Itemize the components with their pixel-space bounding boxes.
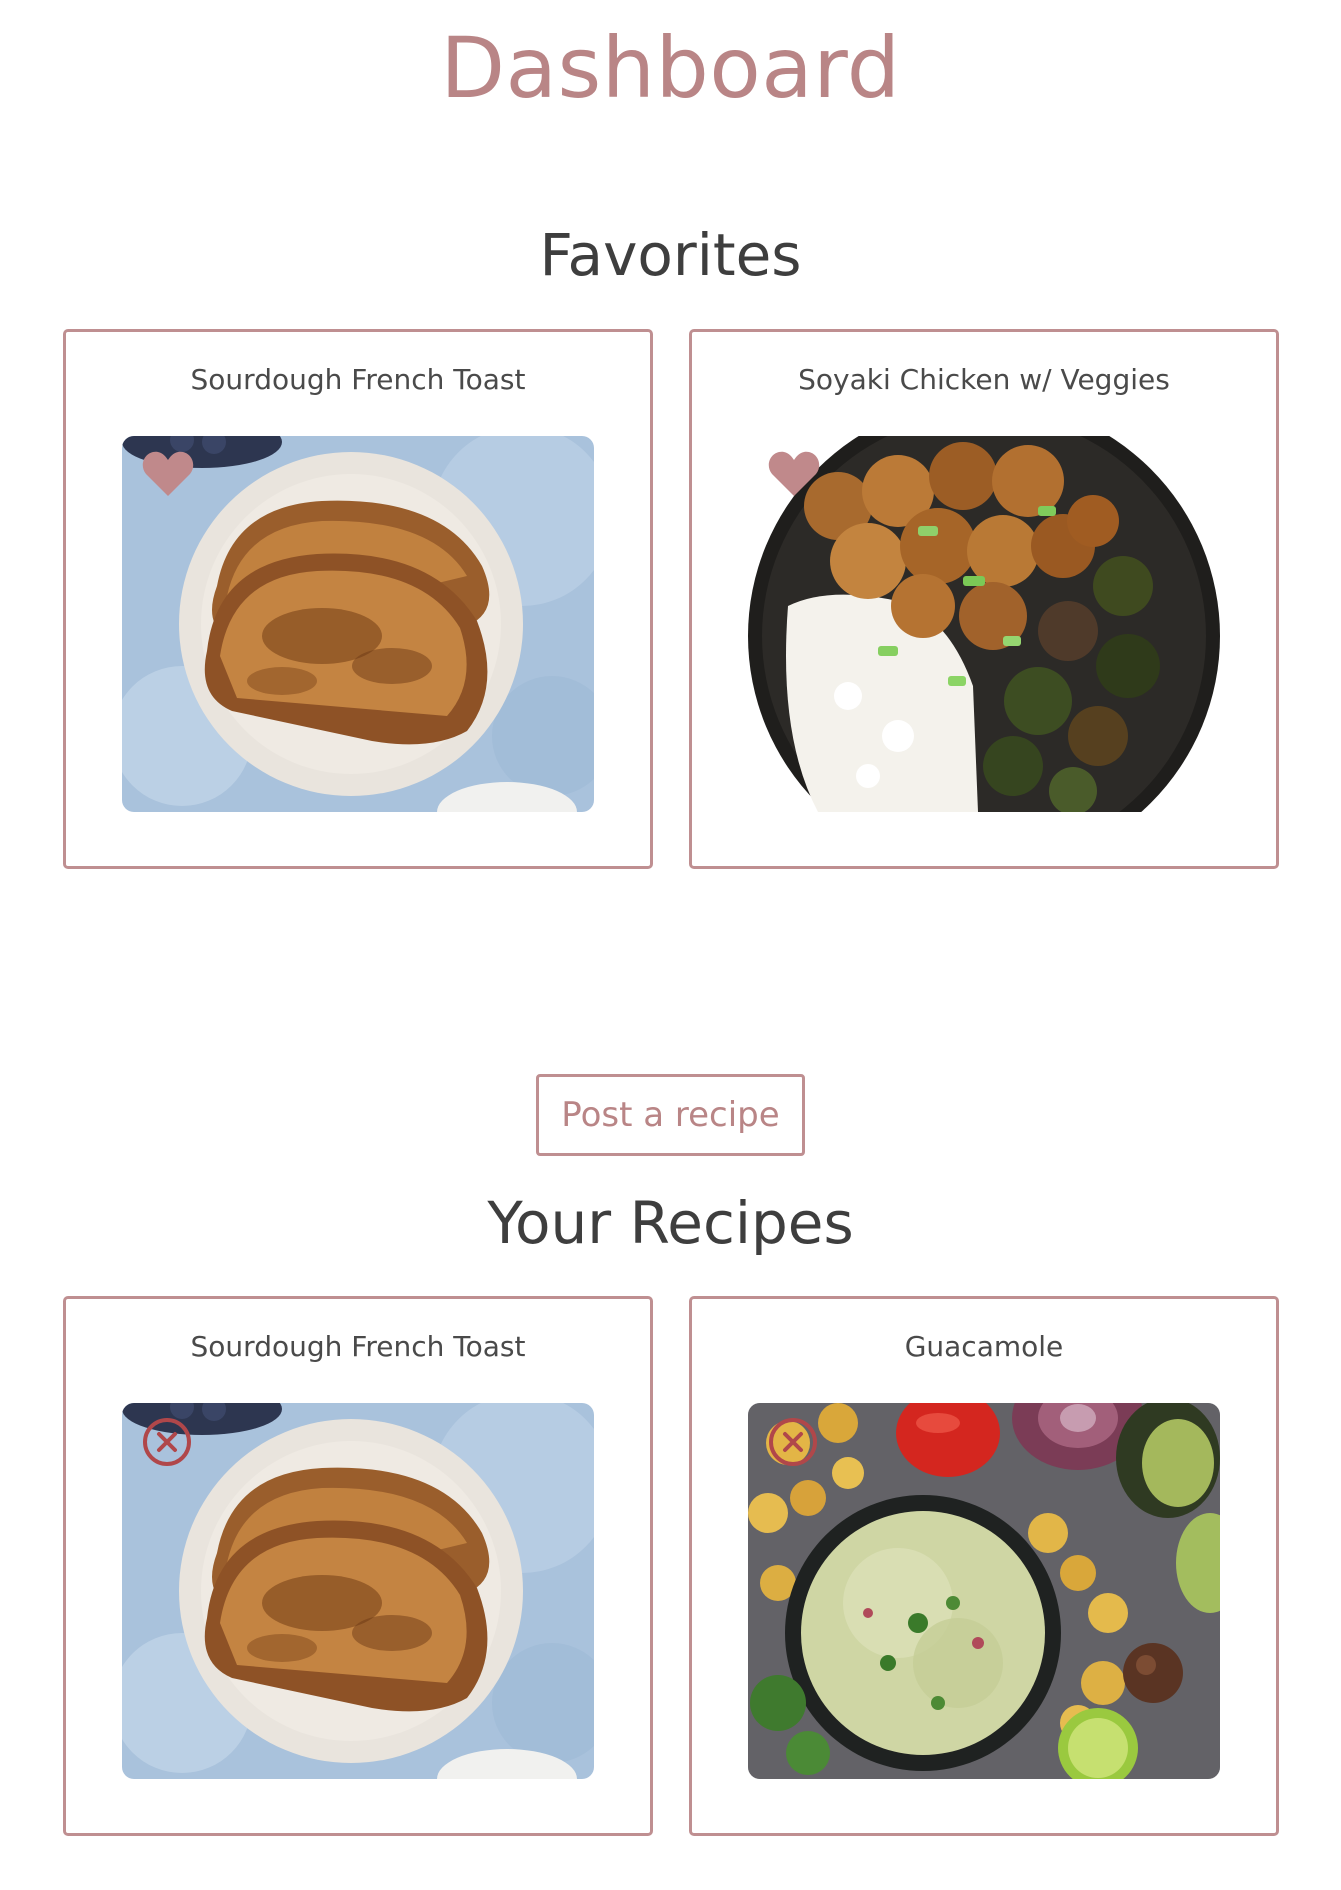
your-recipes-heading: Your Recipes — [487, 1189, 854, 1257]
dashboard-page: Dashboard Favorites Sourdough French Toa… — [0, 0, 1341, 1890]
french-toast-image[interactable] — [122, 436, 594, 812]
french-toast-image[interactable] — [122, 1403, 594, 1779]
your-recipe-card-french-toast[interactable]: Sourdough French Toast — [63, 1296, 653, 1836]
heart-icon[interactable] — [142, 450, 194, 498]
page-title: Dashboard — [440, 19, 901, 117]
favorite-card-soyaki-chicken[interactable]: Soyaki Chicken w/ Veggies — [689, 329, 1279, 869]
favorites-heading: Favorites — [539, 221, 802, 289]
recipe-title: Sourdough French Toast — [190, 1330, 526, 1363]
post-recipe-button[interactable]: Post a recipe — [536, 1074, 805, 1156]
guacamole-image[interactable] — [748, 1403, 1220, 1779]
your-recipe-card-guacamole[interactable]: Guacamole — [689, 1296, 1279, 1836]
heart-icon[interactable] — [768, 450, 820, 498]
recipe-title: Guacamole — [904, 1330, 1064, 1363]
recipe-title: Soyaki Chicken w/ Veggies — [798, 363, 1170, 396]
remove-icon[interactable] — [142, 1417, 192, 1467]
favorite-card-french-toast[interactable]: Sourdough French Toast — [63, 329, 653, 869]
recipe-title: Sourdough French Toast — [190, 363, 526, 396]
soyaki-chicken-image[interactable] — [748, 436, 1220, 812]
remove-icon[interactable] — [768, 1417, 818, 1467]
